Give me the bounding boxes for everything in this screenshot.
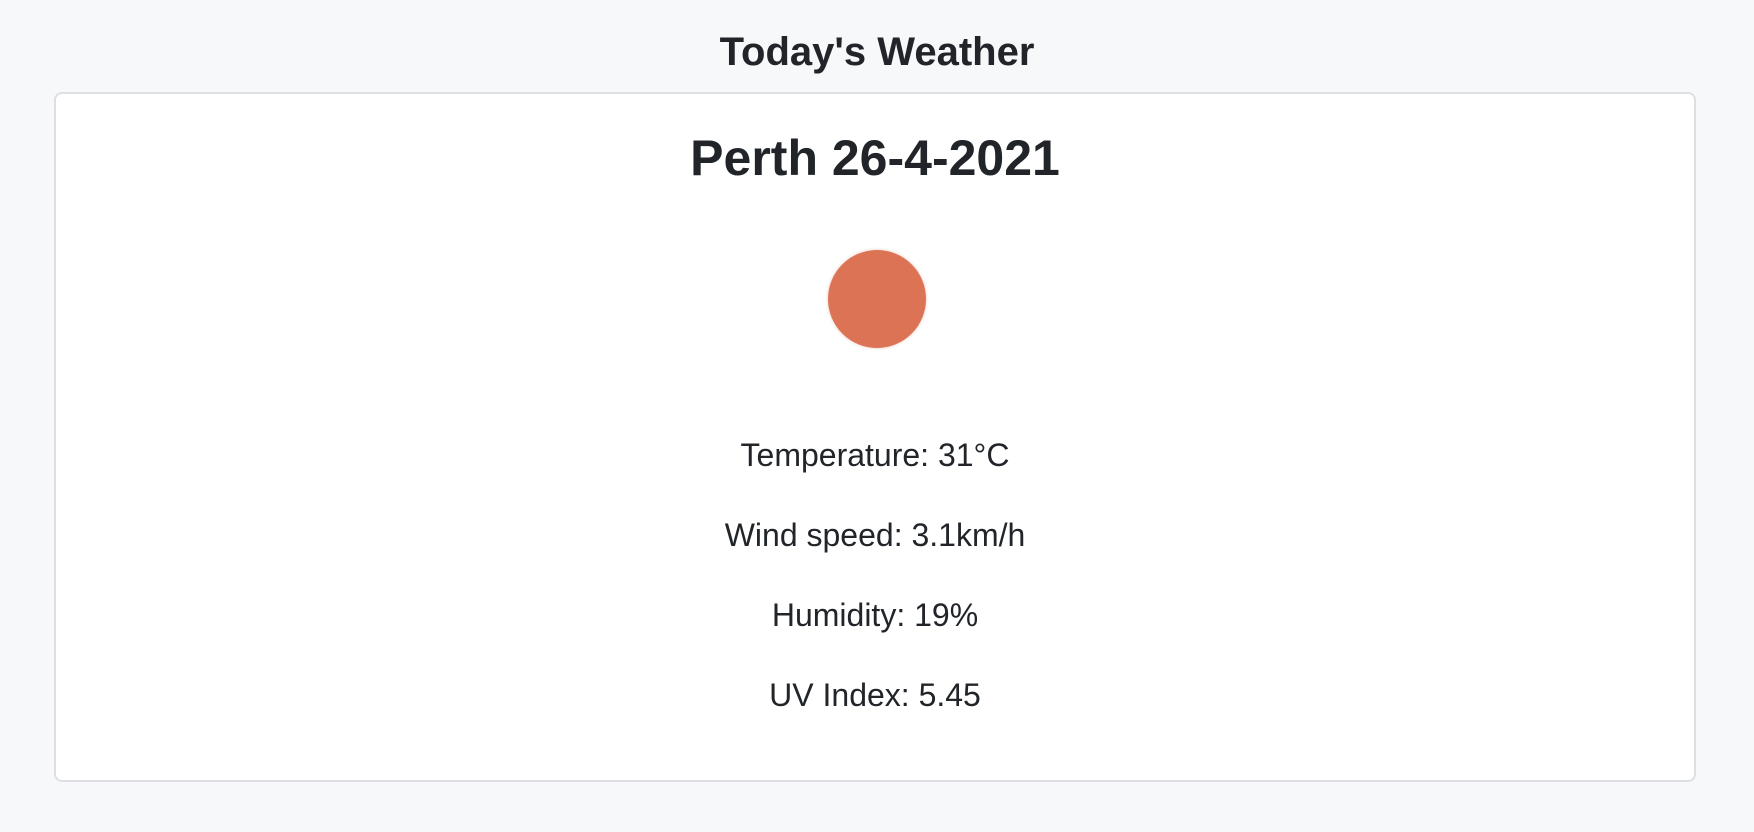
weather-card: Perth 26-4-2021 Temperature: 31°C Wind s… [54,92,1696,782]
humidity-readout: Humidity: 19% [771,597,979,633]
page-title: Today's Weather [719,30,1035,74]
location-date-heading: Perth 26-4-2021 [690,130,1060,186]
wind-speed-readout: Wind speed: 3.1km/h [724,517,1026,553]
sun-icon [828,250,926,348]
uv-index-readout: UV Index: 5.45 [769,677,981,713]
temperature-readout: Temperature: 31°C [740,437,1010,473]
